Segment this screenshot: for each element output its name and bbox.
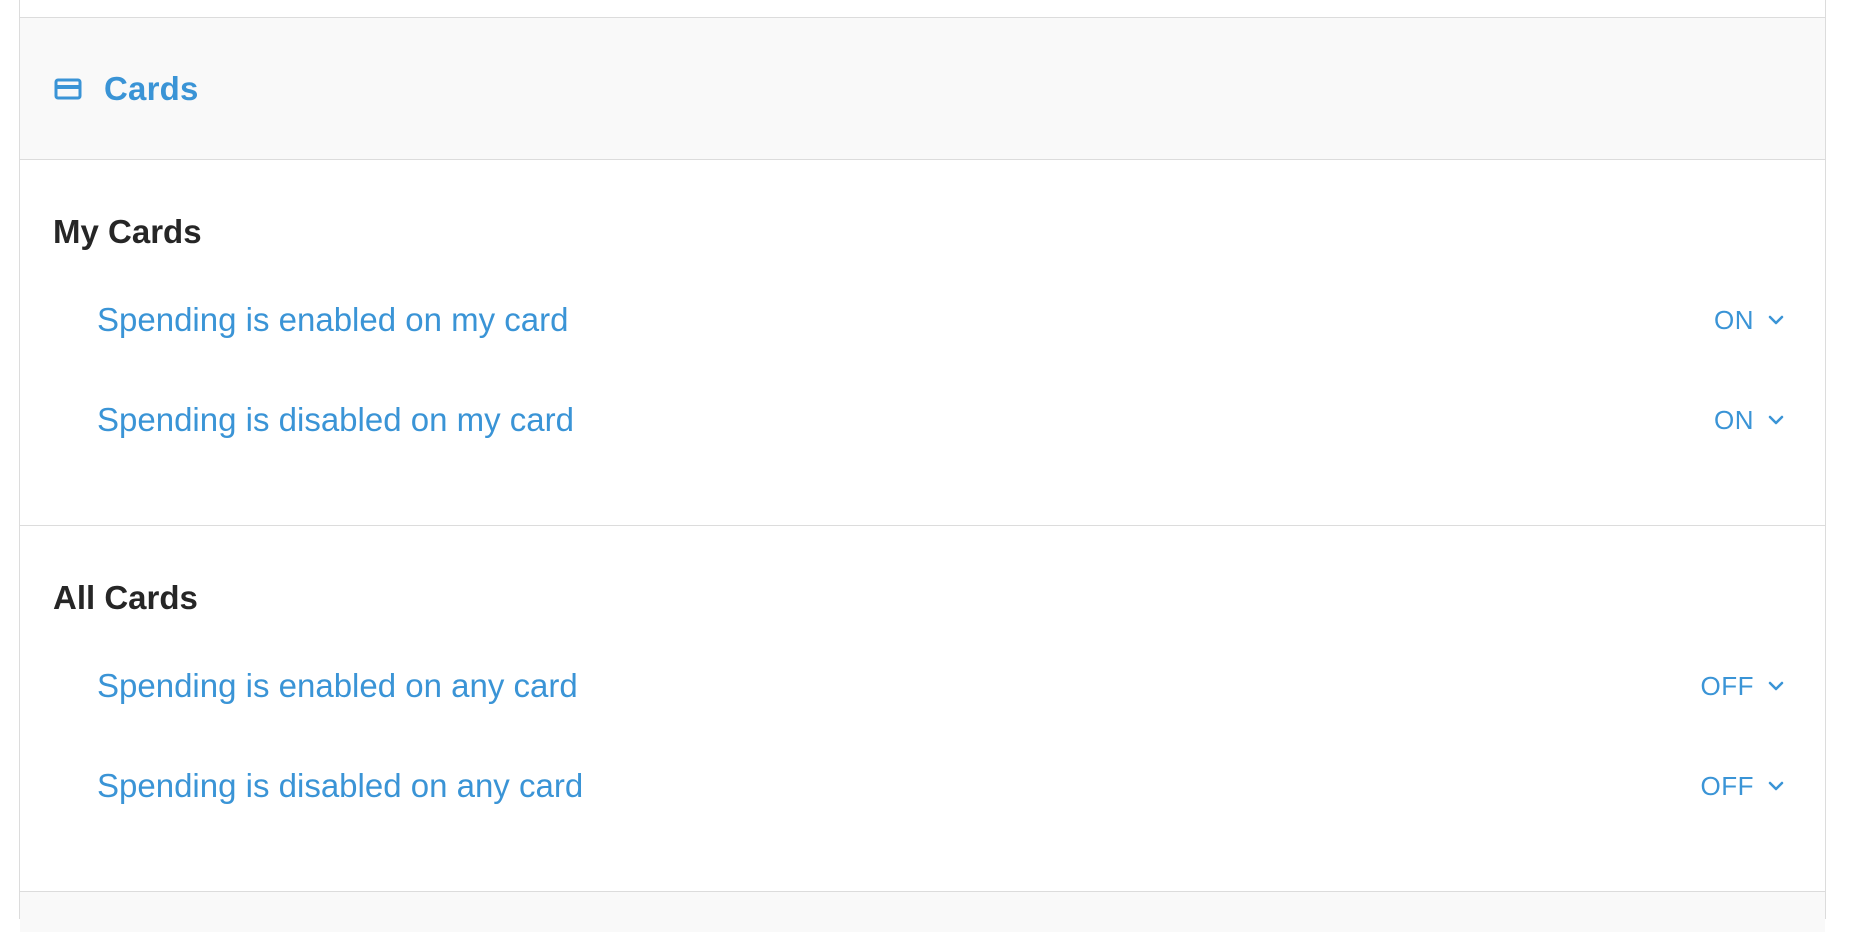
setting-label: Spending is enabled on my card [97,301,569,338]
setting-label: Spending is disabled on my card [97,401,574,438]
chevron-down-icon [1768,314,1784,326]
credit-card-icon [54,78,82,100]
setting-label: Spending is enabled on any card [97,667,578,704]
notification-settings-panel: Cards My Cards Spending is enabled on my… [19,0,1826,932]
chevron-down-icon [1768,680,1784,692]
setting-row-disabled-any-card[interactable]: Spending is disabled on any card OFF [53,760,1784,812]
chevron-down-icon [1768,780,1784,792]
section-header-title: Cards [104,69,199,107]
setting-value: ON [1714,404,1754,435]
setting-toggle-dropdown[interactable]: ON [1714,405,1784,436]
top-divider [20,0,1825,18]
my-cards-section: My Cards Spending is enabled on my card … [20,160,1825,526]
setting-value: OFF [1700,670,1754,701]
my-cards-title: My Cards [53,213,202,250]
all-cards-title: All Cards [53,579,198,616]
setting-label: Spending is disabled on any card [97,767,584,804]
setting-row-disabled-my-card[interactable]: Spending is disabled on my card ON [53,394,1784,446]
next-section-header [20,892,1825,932]
setting-row-enabled-my-card[interactable]: Spending is enabled on my card ON [53,294,1784,346]
setting-value: ON [1714,304,1754,335]
setting-toggle-dropdown[interactable]: OFF [1701,671,1785,702]
setting-value: OFF [1700,770,1754,801]
setting-toggle-dropdown[interactable]: OFF [1701,771,1785,802]
chevron-down-icon [1768,414,1784,426]
setting-toggle-dropdown[interactable]: ON [1714,305,1784,336]
setting-row-enabled-any-card[interactable]: Spending is enabled on any card OFF [53,660,1784,712]
all-cards-section: All Cards Spending is enabled on any car… [20,526,1825,892]
cards-header: Cards [20,18,1825,160]
